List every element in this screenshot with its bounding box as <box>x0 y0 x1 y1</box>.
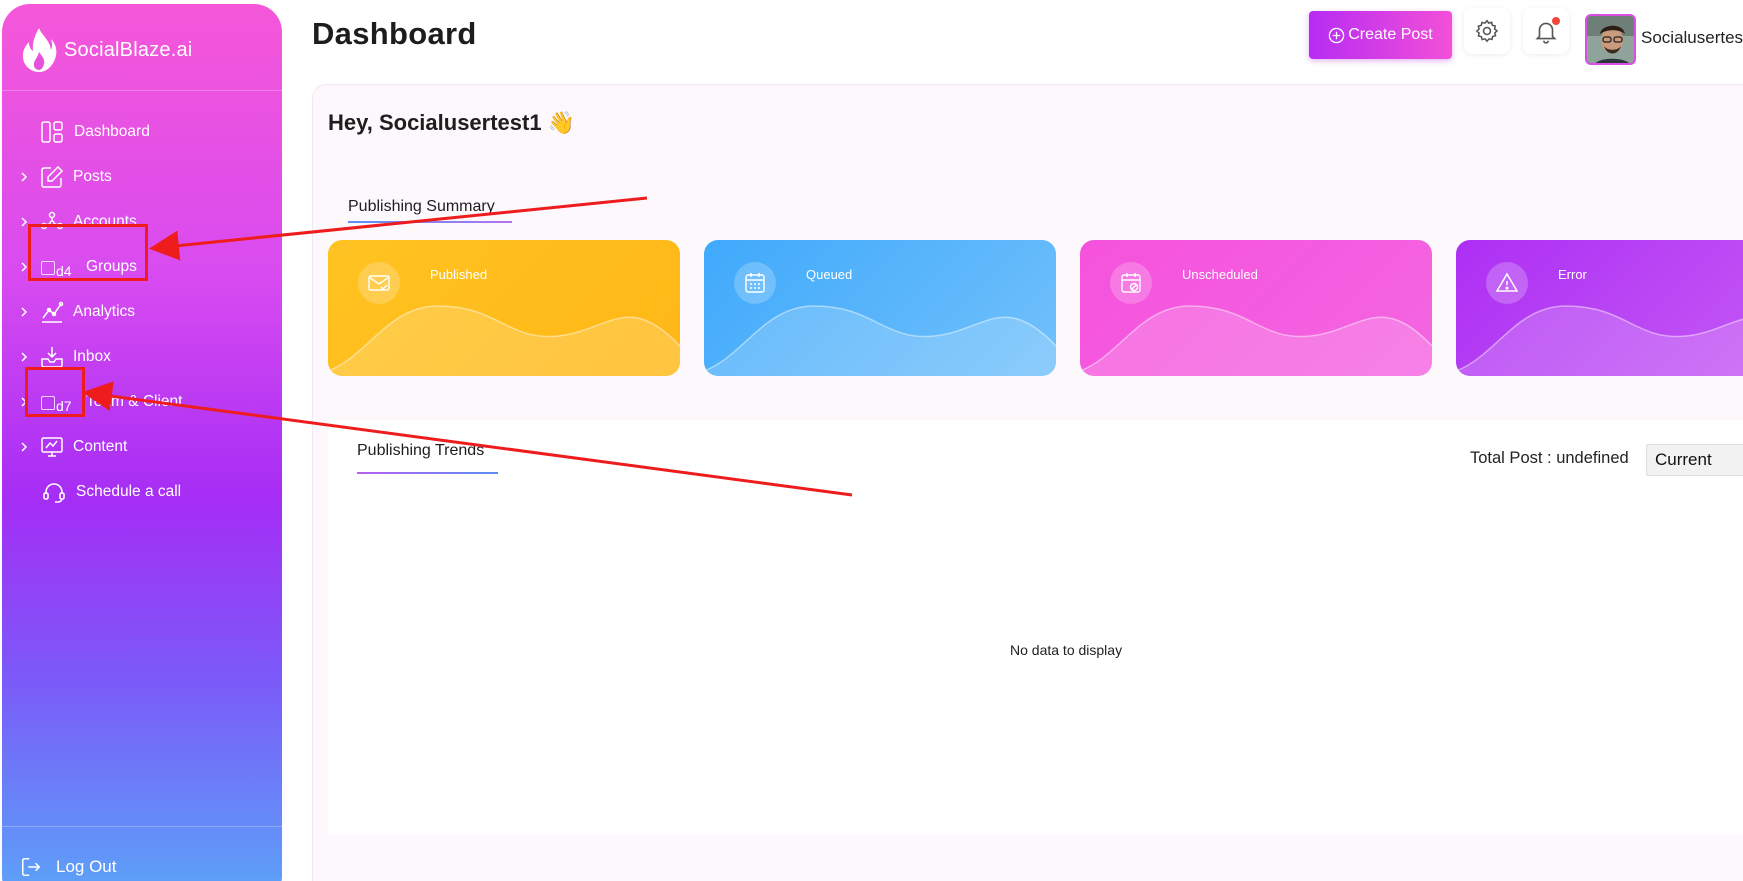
notifications-button[interactable] <box>1523 8 1569 54</box>
brand-name: SocialBlaze.ai <box>64 38 193 61</box>
notification-dot <box>1552 17 1560 25</box>
avatar-image <box>1587 16 1634 63</box>
greeting: Hey, Socialusertest1 👋 <box>328 110 576 135</box>
sidebar-item-schedule-call[interactable]: Schedule a call <box>2 472 282 512</box>
page-title: Dashboard <box>312 16 477 51</box>
card-wave <box>704 305 1056 376</box>
card-wave <box>1080 305 1432 376</box>
page: SocialBlaze.ai Dashboard Posts Accounts … <box>0 0 1743 881</box>
logout-icon <box>21 857 41 877</box>
summary-card-unscheduled[interactable]: Unscheduled <box>1080 240 1432 376</box>
section-underline <box>348 221 512 223</box>
card-label: Queued <box>806 267 853 282</box>
sidebar-divider <box>2 90 282 91</box>
edit-icon <box>41 165 64 188</box>
sidebar-item-dashboard[interactable]: Dashboard <box>2 112 282 152</box>
total-post-count: Total Post : undefined <box>1470 449 1629 467</box>
annotation-box <box>28 224 148 281</box>
logout-button[interactable]: Log Out <box>20 856 117 878</box>
annotation-box <box>25 367 85 417</box>
sidebar-item-label: Posts <box>73 168 112 185</box>
sidebar-item-label: Dashboard <box>74 123 150 140</box>
create-post-button[interactable]: Create Post <box>1309 11 1452 59</box>
calendar-icon <box>745 273 765 293</box>
card-wave <box>328 305 680 376</box>
gear-icon <box>1475 19 1499 43</box>
settings-button[interactable] <box>1464 8 1510 54</box>
sidebar-item-label: Analytics <box>73 303 136 320</box>
publishing-trends-title: Publishing Trends <box>357 442 485 459</box>
empty-state-text: No data to display <box>1010 642 1123 658</box>
chevron-right-icon[interactable] <box>19 352 29 362</box>
period-select[interactable]: Current <box>1646 444 1743 476</box>
headset-icon <box>43 483 65 503</box>
flame-logo-icon <box>22 28 57 72</box>
chevron-right-icon[interactable] <box>19 172 29 182</box>
chevron-right-icon[interactable] <box>19 442 29 452</box>
sidebar-item-posts[interactable]: Posts <box>2 157 282 197</box>
analytics-icon <box>42 301 64 323</box>
sidebar: SocialBlaze.ai Dashboard Posts Accounts … <box>2 4 282 881</box>
sidebar-divider <box>2 826 282 827</box>
plus-circle-icon <box>1329 27 1345 43</box>
avatar[interactable] <box>1585 14 1636 65</box>
sidebar-item-label: Content <box>73 438 128 455</box>
publishing-summary-title: Publishing Summary <box>348 198 495 215</box>
sidebar-item-analytics[interactable]: Analytics <box>2 292 282 332</box>
card-label: Published <box>430 267 488 282</box>
create-post-label: Create Post <box>1348 26 1433 43</box>
summary-card-queued[interactable]: Queued <box>704 240 1056 376</box>
card-wave <box>1456 305 1743 376</box>
sidebar-item-label: Team & Client <box>86 393 183 410</box>
sidebar-item-content[interactable]: Content <box>2 427 282 467</box>
sidebar-item-label: Schedule a call <box>76 483 182 500</box>
brand[interactable]: SocialBlaze.ai <box>20 26 192 74</box>
card-label: Unscheduled <box>1182 267 1258 282</box>
summary-card-published[interactable]: Published <box>328 240 680 376</box>
mail-check-icon <box>368 275 390 291</box>
warning-icon <box>1495 272 1519 292</box>
calendar-cancel-icon <box>1121 273 1141 293</box>
user-name[interactable]: Socialusertest1 <box>1641 28 1743 48</box>
logout-label: Log Out <box>56 857 117 876</box>
dashboard-icon <box>41 121 63 143</box>
publishing-trends-panel <box>328 420 1743 834</box>
sidebar-item-label: Inbox <box>73 348 111 365</box>
monitor-icon <box>41 437 63 457</box>
card-label: Error <box>1558 267 1587 282</box>
summary-card-error[interactable]: Error <box>1456 240 1743 376</box>
chevron-right-icon[interactable] <box>19 307 29 317</box>
inbox-icon <box>41 347 63 368</box>
section-underline <box>357 472 498 474</box>
